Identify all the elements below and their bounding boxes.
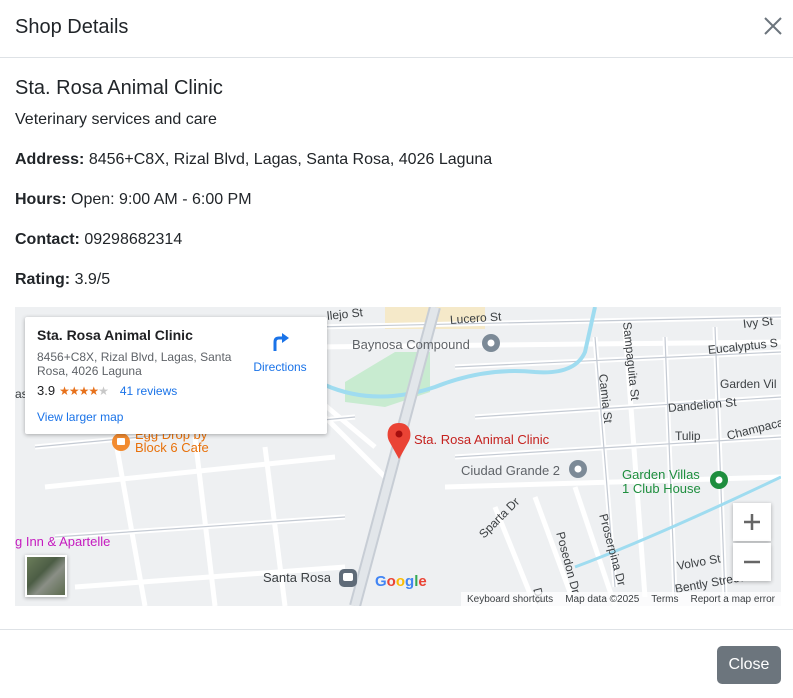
hours-value: Open: 9:00 AM - 6:00 PM xyxy=(71,191,252,208)
map-footer: Keyboard shortcuts Map data ©2025 Terms … xyxy=(461,592,781,606)
map-info-card: Sta. Rosa Animal Clinic 8456+C8X, Rizal … xyxy=(25,317,327,434)
contact-value: 09298682314 xyxy=(84,231,183,248)
directions-icon xyxy=(273,333,289,351)
plus-icon xyxy=(744,514,760,530)
map-data-text: Map data ©2025 xyxy=(565,593,640,605)
zoom-in-button[interactable] xyxy=(733,503,771,541)
close-icon[interactable] xyxy=(763,16,783,36)
terms-link[interactable]: Terms xyxy=(651,594,678,605)
info-card-rating-value: 3.9 xyxy=(37,383,56,398)
google-logo: Google xyxy=(375,573,427,590)
hours-label: Hours: xyxy=(15,191,67,208)
directions-label: Directions xyxy=(253,360,307,374)
zoom-out-button[interactable] xyxy=(733,543,771,581)
modal-title: Shop Details xyxy=(15,16,129,38)
info-card-rating: 3.9 ★★★★★ 41 reviews xyxy=(37,383,177,398)
map-marker-label[interactable]: Sta. Rosa Animal Clinic xyxy=(414,432,549,447)
modal-body: Sta. Rosa Animal Clinic Veterinary servi… xyxy=(15,74,781,288)
satellite-toggle[interactable] xyxy=(25,555,67,597)
hours-row: Hours: Open: 9:00 AM - 6:00 PM xyxy=(15,190,252,210)
street-tulip: Tulip xyxy=(675,429,701,443)
street-garden-vil: Garden Vil xyxy=(720,377,777,391)
shop-description: Veterinary services and care xyxy=(15,111,217,128)
contact-row: Contact: 09298682314 xyxy=(15,230,182,250)
rating-label: Rating: xyxy=(15,271,71,288)
star-rating-icon: ★★★★★ xyxy=(59,383,109,398)
rating-value: 3.9/5 xyxy=(74,271,111,288)
minus-icon xyxy=(744,560,760,564)
rating-row: Rating: 3.9/5 xyxy=(15,270,110,290)
info-card-title: Sta. Rosa Animal Clinic xyxy=(37,327,193,343)
poi-santa-rosa[interactable]: Santa Rosa xyxy=(263,570,331,585)
address-row: Address: 8456+C8X, Rizal Blvd, Lagas, Sa… xyxy=(15,150,492,170)
shop-name: Sta. Rosa Animal Clinic xyxy=(15,77,223,99)
directions-button[interactable]: Directions xyxy=(247,331,313,374)
address-value: 8456+C8X, Rizal Blvd, Lagas, Santa Rosa,… xyxy=(88,151,493,168)
contact-label: Contact: xyxy=(15,231,80,248)
reviews-link[interactable]: 41 reviews xyxy=(120,384,177,398)
poi-baynosa-compound[interactable]: Baynosa Compound xyxy=(352,337,470,352)
embedded-map[interactable]: Baynosa Compound Egg Drop by Block 6 Caf… xyxy=(15,307,781,606)
modal-header: Shop Details xyxy=(0,0,793,58)
address-label: Address: xyxy=(15,151,85,168)
report-error-link[interactable]: Report a map error xyxy=(691,594,775,605)
info-card-address: 8456+C8X, Rizal Blvd, Lagas, Santa Rosa,… xyxy=(37,350,232,378)
close-button[interactable]: Close xyxy=(717,646,781,684)
modal-footer: Close xyxy=(0,629,793,698)
poi-ciudad-grande[interactable]: Ciudad Grande 2 xyxy=(461,463,560,478)
keyboard-shortcuts-link[interactable]: Keyboard shortcuts xyxy=(467,594,553,605)
poi-inn-apartelle[interactable]: g Inn & Apartelle xyxy=(15,534,110,549)
poi-garden-villas[interactable]: Garden Villas 1 Club House xyxy=(622,468,701,496)
view-larger-map-link[interactable]: View larger map xyxy=(37,410,123,424)
